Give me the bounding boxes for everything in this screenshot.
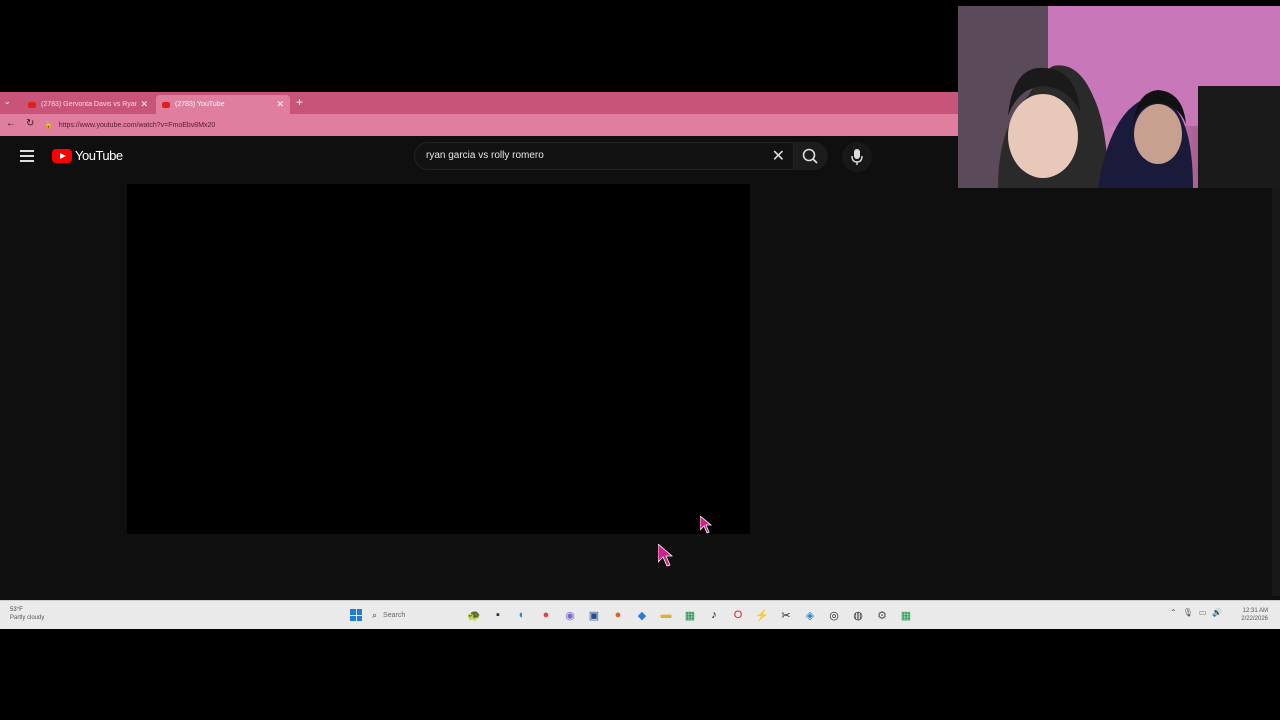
tiktok-icon[interactable]: ♪	[706, 607, 722, 623]
pinned-apps: 🐢 ▪ ◐ ● ◉ ▣ ● ◆ ▬ ▦ ♪ O ⚡ ✂ ◈ ◎ ◍ ⚙ ▦	[466, 607, 914, 623]
system-tray: ⌃ 🎙 ▭ 🔊	[1170, 608, 1222, 617]
app-blue-icon[interactable]: ◆	[634, 607, 650, 623]
reload-icon[interactable]: ↻	[26, 118, 34, 129]
youtube-play-icon	[52, 148, 72, 163]
messenger-icon[interactable]: ⚡	[754, 607, 770, 623]
opera-icon[interactable]: O	[730, 607, 746, 623]
tab-youtube[interactable]: (2783) YouTube ✕	[156, 95, 290, 114]
weather-widget[interactable]: 53°F Partly cloudy	[10, 606, 44, 622]
tab-list-chevron-icon[interactable]: ⌄	[4, 97, 11, 106]
terminal-icon[interactable]: ▪	[490, 607, 506, 623]
chrome-icon[interactable]: ●	[538, 607, 554, 623]
search-input[interactable]: ryan garcia vs rolly romero ✕	[414, 142, 794, 170]
weather-temp: 53°F	[10, 607, 23, 613]
mic-tray-icon[interactable]: 🎙	[1183, 608, 1193, 617]
tab-title: (2783) YouTube	[175, 101, 225, 108]
search-icon: ⌕	[372, 609, 378, 620]
clock[interactable]: 12:31 AM 2/22/2026	[1241, 607, 1268, 623]
back-arrow-icon[interactable]: ←	[6, 118, 16, 129]
url-text: https://www.youtube.com/watch?v=FmoEbv8M…	[58, 121, 216, 129]
tab-gervonta-video[interactable]: (2783) Gervonta Davis vs Ryan Ga ✕	[22, 95, 154, 114]
url-field[interactable]: 🔒 https://www.youtube.com/watch?v=FmoEbv…	[44, 118, 944, 132]
settings-icon[interactable]: ⚙	[874, 607, 890, 623]
close-tab-icon[interactable]: ✕	[140, 99, 148, 110]
menu-icon[interactable]	[20, 150, 34, 162]
excel-icon[interactable]: ▦	[682, 607, 698, 623]
folder-icon[interactable]: ▬	[658, 607, 674, 623]
voice-search-button[interactable]	[842, 142, 872, 172]
windows-start-icon[interactable]	[350, 609, 362, 621]
search-button[interactable]	[794, 142, 828, 170]
youtube-favicon-icon	[162, 101, 170, 108]
discord-icon[interactable]: ◉	[562, 607, 578, 623]
weather-desc: Partly cloudy	[10, 615, 45, 621]
store-icon[interactable]: ▣	[586, 607, 602, 623]
webcam-feed	[958, 6, 1280, 188]
plus-icon[interactable]: +	[296, 95, 303, 109]
search-query-text: ryan garcia vs rolly romero	[426, 150, 544, 161]
capcut-icon[interactable]: ✂	[778, 607, 794, 623]
close-tab-icon[interactable]: ✕	[276, 99, 284, 110]
microphone-icon	[851, 149, 863, 165]
edge-icon[interactable]: ◐	[514, 607, 530, 623]
clock-date: 2/22/2026	[1241, 616, 1268, 622]
network-icon[interactable]: ▭	[1199, 608, 1207, 617]
volume-icon[interactable]: 🔊	[1212, 608, 1222, 617]
github-icon[interactable]: ◎	[826, 607, 842, 623]
network-app-icon[interactable]: ◈	[802, 607, 818, 623]
clear-search-icon[interactable]: ✕	[772, 146, 785, 166]
video-player[interactable]	[127, 184, 750, 534]
webcam-overlay	[958, 6, 1280, 188]
turtle-app-icon[interactable]: 🐢	[466, 607, 482, 623]
tab-title: (2783) Gervonta Davis vs Ryan Ga	[41, 101, 138, 108]
taskbar-search-label: Search	[383, 611, 406, 619]
scrollbar[interactable]	[1272, 176, 1280, 596]
taskbar-search[interactable]: ⌕ Search	[372, 607, 462, 623]
obs-icon[interactable]: ◍	[850, 607, 866, 623]
youtube-favicon-icon	[28, 101, 36, 108]
clock-time: 12:31 AM	[1242, 608, 1268, 614]
youtube-logo[interactable]: YouTube	[52, 148, 123, 163]
lock-icon: 🔒	[44, 122, 53, 129]
windows-taskbar: 53°F Partly cloudy ⌕ Search 🐢 ▪ ◐ ● ◉ ▣ ● ◆ ▬ ▦ ♪ O…	[0, 600, 1280, 629]
search-icon	[802, 148, 818, 164]
youtube-logo-text: YouTube	[75, 148, 123, 163]
xbox-icon[interactable]: ▦	[898, 607, 914, 623]
firefox-icon[interactable]: ●	[610, 607, 626, 623]
chevron-up-icon[interactable]: ⌃	[1170, 608, 1177, 617]
